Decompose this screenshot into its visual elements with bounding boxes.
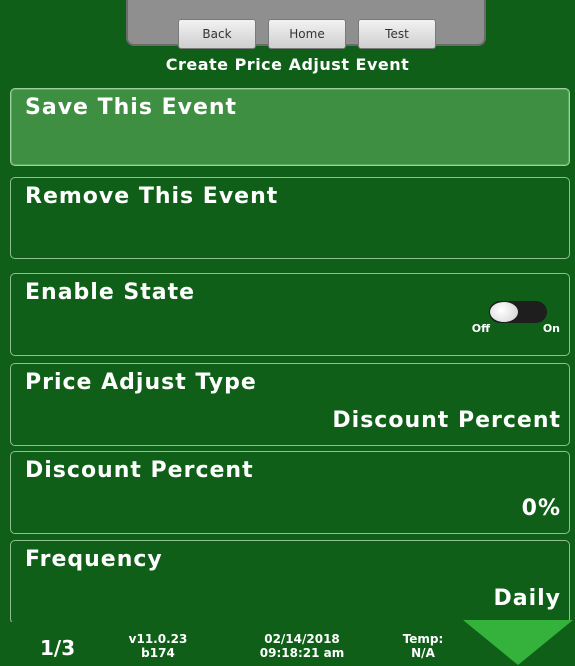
discount-percent-value: 0%	[521, 496, 561, 521]
date-text: 02/14/2018	[264, 632, 340, 646]
back-button[interactable]: Back	[178, 19, 256, 49]
save-event-label: Save This Event	[25, 95, 238, 120]
version-text: v11.0.23	[128, 632, 188, 646]
page-indicator: 1/3	[40, 636, 76, 660]
enable-state-toggle[interactable]	[489, 301, 547, 323]
frequency-row[interactable]: Frequency Daily	[10, 540, 570, 624]
screen: Back Home Test Create Price Adjust Event…	[0, 0, 575, 666]
remove-event-button[interactable]: Remove This Event	[10, 177, 570, 259]
toggle-on-label: On	[542, 322, 560, 335]
page-title: Create Price Adjust Event	[165, 55, 410, 74]
test-button[interactable]: Test	[358, 19, 436, 49]
frequency-label: Frequency	[25, 547, 163, 572]
enable-state-row[interactable]: Enable State Off On	[10, 273, 570, 356]
save-event-button[interactable]: Save This Event	[10, 88, 570, 166]
price-adjust-type-row[interactable]: Price Adjust Type Discount Percent	[10, 363, 570, 446]
frequency-value: Daily	[493, 586, 561, 611]
enable-state-label: Enable State	[25, 280, 196, 305]
toggle-off-label: Off	[471, 322, 490, 335]
temperature-info: Temp: N/A	[388, 632, 458, 660]
nav-bar: Back Home Test	[126, 0, 486, 49]
temp-label: Temp:	[402, 632, 444, 646]
discount-percent-row[interactable]: Discount Percent 0%	[10, 451, 570, 534]
remove-event-label: Remove This Event	[25, 184, 279, 209]
down-arrow-icon[interactable]	[463, 620, 573, 665]
datetime-info: 02/14/2018 09:18:21 am	[232, 632, 372, 660]
price-adjust-type-value: Discount Percent	[332, 408, 561, 433]
build-text: b174	[141, 646, 175, 660]
price-adjust-type-label: Price Adjust Type	[25, 370, 257, 395]
version-info: v11.0.23 b174	[118, 632, 198, 660]
temp-value: N/A	[411, 646, 435, 660]
toggle-knob	[490, 302, 518, 322]
discount-percent-label: Discount Percent	[25, 458, 254, 483]
home-button[interactable]: Home	[268, 19, 346, 49]
time-text: 09:18:21 am	[259, 646, 345, 660]
